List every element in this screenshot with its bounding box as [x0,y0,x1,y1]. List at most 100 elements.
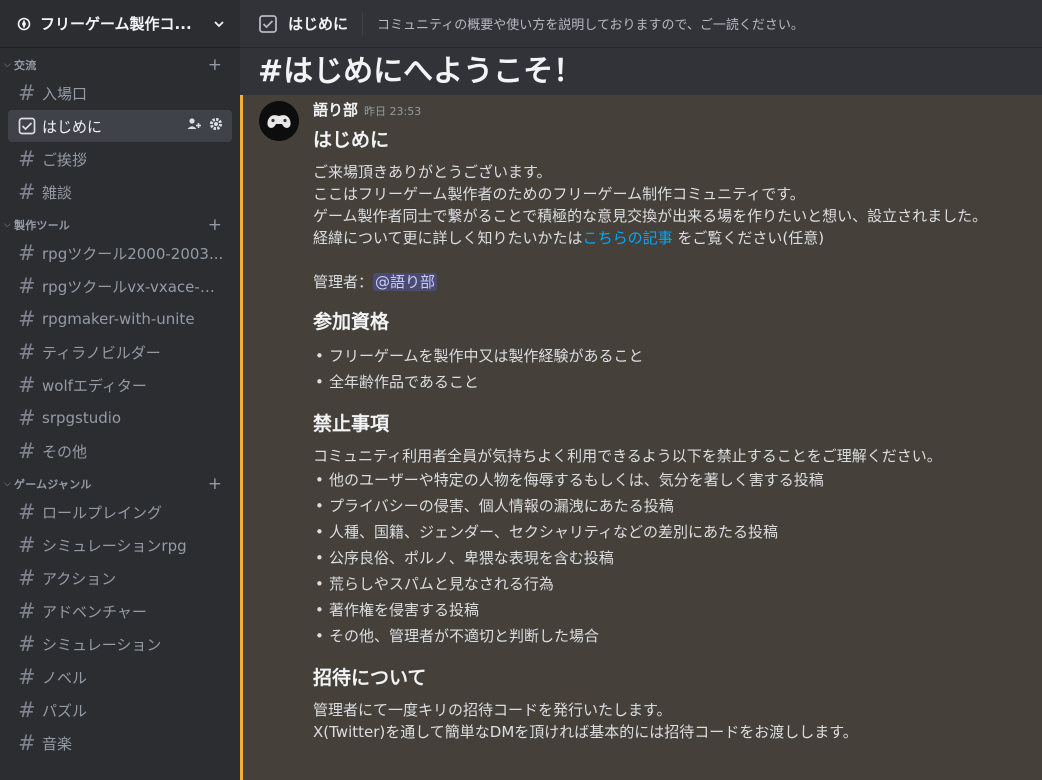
sidebar-channel[interactable]: # ご挨拶 [8,143,232,175]
list-item: 他のユーザーや特定の人物を侮辱するもしくは、気分を著しく害する投稿 [313,467,1033,493]
channel-label: ロールプレイング [42,503,163,522]
hash-icon: # [18,631,36,656]
plus-icon[interactable]: + [208,216,222,234]
plus-icon[interactable]: + [208,475,222,493]
list-item: 全年齢作品であること [313,369,1033,395]
sidebar-channel[interactable]: # ティラノビルダー [8,336,232,368]
channel-label: rpgツクールvx-vxace-m... [42,277,224,296]
intro-line: ゲーム製作者同士で繋がることで積極的な意見交換が出来る場を作りたいと想い、設立さ… [313,207,988,225]
list-item: プライバシーの侵害、個人情報の漏洩にあたる投稿 [313,493,1033,519]
prohibited-intro: コミュニティ利用者全員が気持ちよく利用できるよう以下を禁止することをご理解くださ… [313,447,942,465]
sidebar-channel[interactable]: # アクション [8,562,232,594]
chevron-down-icon: ⌵ [4,479,11,489]
invite-line: 管理者にて一度キリの招待コードを発行いたします。 [313,701,672,719]
channel-label: 入場口 [42,84,88,103]
category-header[interactable]: ⌵ ゲームジャンル + [0,473,240,495]
category-header[interactable]: ⌵ 交流 + [0,54,240,76]
channel-label: ノベル [42,668,88,687]
hash-icon: # [18,306,36,331]
server-header[interactable]: フリーゲーム製作コ... [0,0,240,48]
hash-icon: # [18,339,36,364]
hash-icon: # [18,372,36,397]
sidebar-channel[interactable]: # その他 [8,435,232,467]
qualification-list: フリーゲームを製作中又は製作経験があること 全年齢作品であること [313,343,1033,395]
sidebar-channel[interactable]: # パズル [8,694,232,726]
heading-prohibited: 禁止事項 [313,413,390,435]
hash-icon: # [18,598,36,623]
heading-qualification: 参加資格 [313,311,390,333]
sidebar-channel[interactable]: # rpgツクールvx-vxace-m... [8,270,232,302]
chevron-down-icon[interactable] [212,17,226,31]
message-content: 語り部 昨日 23:53 はじめに ご来場頂きありがとうございます。 ここはフリ… [313,99,1033,743]
hash-icon: # [18,438,36,463]
channel-label: wolfエディター [42,376,147,395]
sidebar-channel[interactable]: # ロールプレイング [8,496,232,528]
heading-intro: はじめに [313,129,390,151]
hash-icon: # [18,565,36,590]
channel-topbar: はじめに コミュニティの概要や使い方を説明しておりますので、ご一読ください。 [240,0,1042,48]
sidebar-channel[interactable]: # シミュレーションrpg [8,529,232,561]
welcome-title: #はじめにへようこそ！ [258,54,584,89]
list-item: 著作権を侵害する投稿 [313,597,1033,623]
channel-label: シミュレーション [42,635,162,654]
intro-line: ご来場頂きありがとうございます。 [313,163,552,181]
history-text-post: をご覧ください(任意) [672,229,825,247]
heading-invite: 招待について [313,667,427,689]
server-name: フリーゲーム製作コ... [40,15,192,33]
category-label: 製作ツール [14,219,70,232]
channel-topic[interactable]: コミュニティの概要や使い方を説明しておりますので、ご一読ください。 [377,14,804,33]
channel-label: その他 [42,442,88,461]
invite-line: X(Twitter)を通して簡単なDMを頂ければ基本的には招待コードをお渡ししま… [313,723,858,741]
hash-icon: # [18,179,36,204]
chevron-down-icon: ⌵ [4,60,11,70]
channel-sidebar: フリーゲーム製作コ... ⌵ 交流 + # 入場口 はじめに # ご挨拶 # 雑談 ⌵ 製作ツール + #… [0,0,240,780]
hash-icon: # [18,240,36,265]
list-item: フリーゲームを製作中又は製作経験があること [313,343,1033,369]
hash-icon: # [18,730,36,755]
chevron-down-icon: ⌵ [4,220,11,230]
sidebar-channel[interactable]: はじめに [8,110,232,142]
hash-icon: # [18,80,36,105]
channel-list: ⌵ 交流 + # 入場口 はじめに # ご挨拶 # 雑談 ⌵ 製作ツール + # rpgツクール2000-2… [0,54,240,759]
prohibited-list: 他のユーザーや特定の人物を侮辱するもしくは、気分を著しく害する投稿 プライバシー… [313,467,1033,649]
history-text: 経緯について更に詳しく知りたいかたは [313,229,583,247]
channel-label: 音楽 [42,734,73,753]
channel-label: srpgstudio [42,409,122,427]
category-label: 交流 [14,59,37,72]
topbar-divider [362,11,364,36]
category-header[interactable]: ⌵ 製作ツール + [0,214,240,236]
sidebar-channel[interactable]: # ノベル [8,661,232,693]
sidebar-channel[interactable]: # rpgツクール2000-2003... [8,237,232,269]
add-member-icon[interactable] [186,116,202,136]
admin-line: 管理者： @語り部 [313,271,1033,293]
sidebar-channel[interactable]: # 音楽 [8,727,232,759]
sidebar-channel[interactable]: # 入場口 [8,77,232,109]
channel-label: ご挨拶 [42,150,88,169]
message: 語り部 昨日 23:53 はじめに ご来場頂きありがとうございます。 ここはフリ… [240,95,1042,780]
list-item: 公序良俗、ポルノ、卑猥な表現を含む投稿 [313,545,1033,571]
sidebar-channel[interactable]: # rpgmaker-with-unite [8,303,232,335]
channel-title: はじめに [288,15,349,33]
hash-icon: # [18,532,36,557]
channel-label: rpgmaker-with-unite [42,310,195,328]
rules-channel-icon [258,14,278,34]
sidebar-channel[interactable]: # アドベンチャー [8,595,232,627]
sidebar-channel[interactable]: # wolfエディター [8,369,232,401]
sidebar-channel[interactable]: # 雑談 [8,176,232,208]
hash-icon: # [18,146,36,171]
plus-icon[interactable]: + [208,56,222,74]
message-author[interactable]: 語り部 [313,99,358,120]
list-item: 人種、国籍、ジェンダー、セクシャリティなどの差別にあたる投稿 [313,519,1033,545]
admin-mention[interactable]: @語り部 [373,273,438,291]
sidebar-channel[interactable]: # シミュレーション [8,628,232,660]
hash-icon: # [18,664,36,689]
gear-icon[interactable] [208,116,224,136]
avatar[interactable] [259,101,299,141]
channel-label: パズル [42,701,88,720]
article-link[interactable]: こちらの記事 [583,229,673,247]
hash-icon: # [18,273,36,298]
channel-label: シミュレーションrpg [42,536,187,555]
sidebar-channel[interactable]: # srpgstudio [8,402,232,434]
intro-line: ここはフリーゲーム製作者のためのフリーゲーム制作コミュニティです。 [313,185,805,203]
hash-icon: # [18,499,36,524]
